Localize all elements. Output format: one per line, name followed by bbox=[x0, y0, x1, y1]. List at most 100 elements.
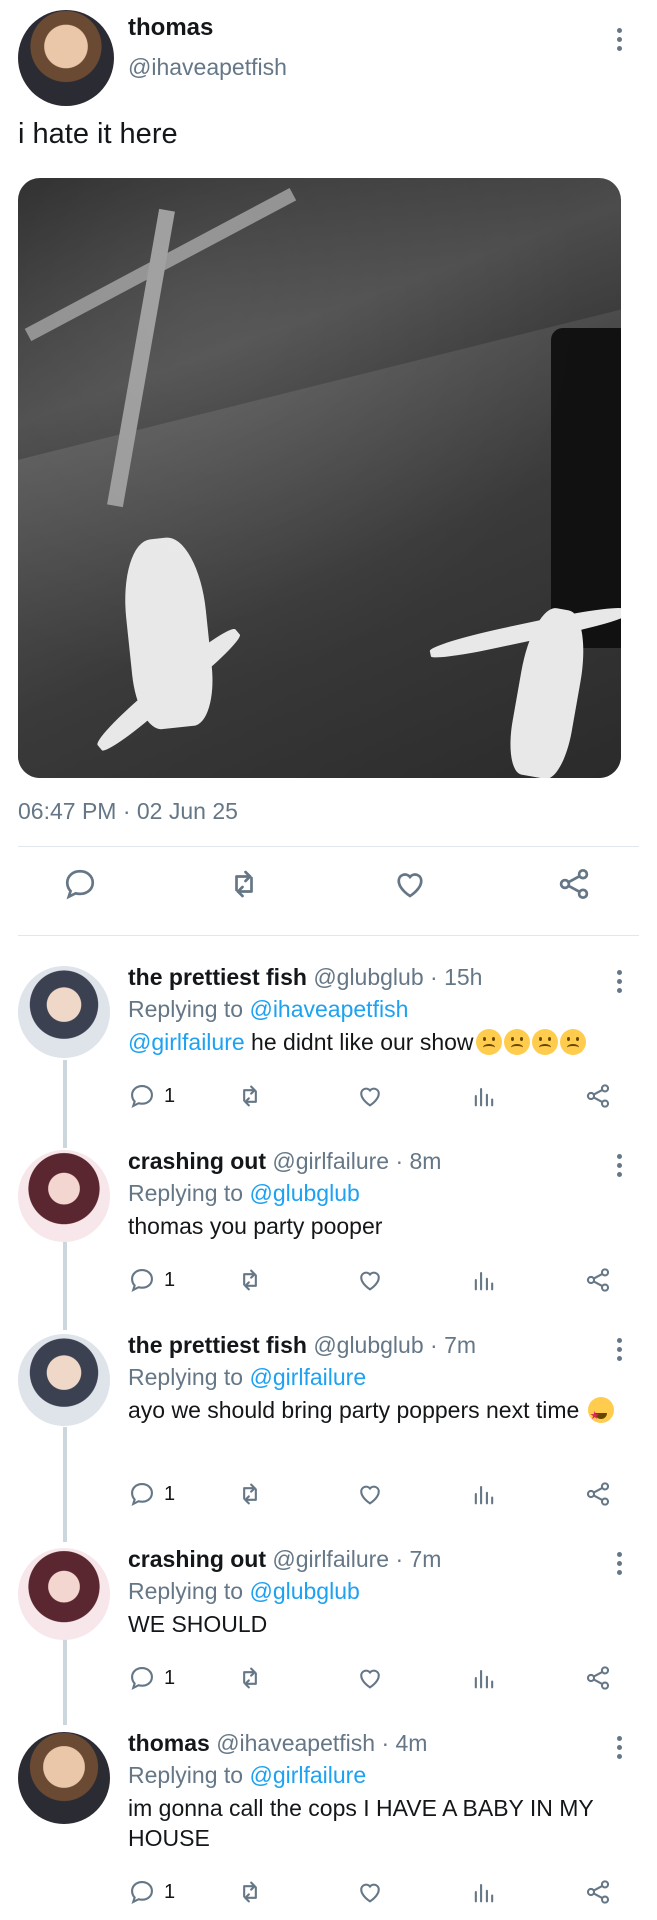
heart-icon bbox=[360, 1669, 380, 1689]
retweet-button[interactable] bbox=[236, 1082, 264, 1110]
replying-to-link[interactable]: @glubglub bbox=[249, 1578, 359, 1604]
author-name[interactable]: crashing out bbox=[128, 1148, 266, 1174]
avatar[interactable] bbox=[18, 10, 114, 106]
reply-count: 1 bbox=[164, 1268, 176, 1291]
analytics-button[interactable] bbox=[470, 1480, 498, 1508]
retweet-button[interactable] bbox=[236, 1266, 264, 1294]
avatar[interactable] bbox=[18, 966, 110, 1058]
share-icon bbox=[586, 1482, 610, 1506]
reply-tweet[interactable]: crashing out @girlfailure · 7m Replying … bbox=[0, 1542, 657, 1712]
like-button[interactable] bbox=[356, 1082, 384, 1110]
author-handle-time: @ihaveapetfish · 4m bbox=[216, 1730, 428, 1756]
author-name[interactable]: the prettiest fish bbox=[128, 1332, 307, 1358]
retweet-button[interactable] bbox=[226, 866, 262, 902]
reply-body: he didnt like our show bbox=[244, 1029, 474, 1055]
replying-to-link[interactable]: @girlfailure bbox=[249, 1762, 366, 1788]
worried-face-icon bbox=[559, 1029, 586, 1055]
analytics-icon bbox=[474, 1669, 494, 1689]
share-button[interactable] bbox=[584, 1480, 612, 1508]
like-button[interactable] bbox=[356, 1878, 384, 1906]
avatar[interactable] bbox=[18, 1150, 110, 1242]
comment-icon bbox=[65, 869, 95, 900]
reply-button[interactable]: 1 bbox=[128, 1082, 175, 1110]
author-handle-time: @glubglub · 15h bbox=[313, 964, 483, 990]
reply-tweet[interactable]: thomas @ihaveapetfish · 4m Replying to @… bbox=[0, 1726, 657, 1920]
replying-to-label: Replying to bbox=[128, 1364, 250, 1390]
tweet-actions bbox=[0, 866, 657, 916]
reply-body: ayo we should bring party poppers next t… bbox=[128, 1397, 580, 1423]
author-handle[interactable]: @ihaveapetfish bbox=[128, 54, 287, 81]
mention-link[interactable]: @girlfailure bbox=[128, 1029, 245, 1055]
avatar[interactable] bbox=[18, 1732, 110, 1824]
like-button[interactable] bbox=[356, 1664, 384, 1692]
divider bbox=[18, 935, 639, 936]
reply-count: 1 bbox=[164, 1880, 176, 1903]
heart-icon bbox=[360, 1271, 380, 1291]
reply-body: im gonna call the cops I HAVE A BABY IN … bbox=[128, 1795, 594, 1851]
kebab-icon[interactable] bbox=[614, 970, 624, 993]
analytics-icon bbox=[474, 1271, 494, 1291]
analytics-icon bbox=[474, 1883, 494, 1903]
analytics-button[interactable] bbox=[470, 1082, 498, 1110]
share-button[interactable] bbox=[584, 1266, 612, 1294]
retweet-button[interactable] bbox=[236, 1878, 264, 1906]
share-button[interactable] bbox=[584, 1082, 612, 1110]
reply-tweet[interactable]: crashing out @girlfailure · 8m Replying … bbox=[0, 1144, 657, 1314]
analytics-button[interactable] bbox=[470, 1664, 498, 1692]
share-button[interactable] bbox=[584, 1664, 612, 1692]
reply-body: WE SHOULD bbox=[128, 1611, 268, 1637]
kebab-icon[interactable] bbox=[614, 28, 624, 51]
replying-to-label: Replying to bbox=[128, 1180, 250, 1206]
kebab-icon[interactable] bbox=[614, 1338, 624, 1361]
share-button[interactable] bbox=[556, 866, 592, 902]
share-icon bbox=[586, 1084, 610, 1108]
heart-icon bbox=[360, 1485, 380, 1505]
retweet-button[interactable] bbox=[236, 1480, 264, 1508]
author-name[interactable]: thomas bbox=[128, 14, 213, 42]
kebab-icon[interactable] bbox=[614, 1736, 624, 1759]
avatar[interactable] bbox=[18, 1334, 110, 1426]
reply-actions: 1 bbox=[0, 1480, 657, 1530]
replying-to-link[interactable]: @girlfailure bbox=[249, 1364, 366, 1390]
replying-to-link[interactable]: @ihaveapetfish bbox=[249, 996, 408, 1022]
avatar[interactable] bbox=[18, 1548, 110, 1640]
share-button[interactable] bbox=[584, 1878, 612, 1906]
author-name[interactable]: thomas bbox=[128, 1730, 210, 1756]
analytics-button[interactable] bbox=[470, 1878, 498, 1906]
reply-button[interactable]: 1 bbox=[128, 1480, 175, 1508]
reply-button[interactable] bbox=[62, 866, 98, 902]
author-name[interactable]: the prettiest fish bbox=[128, 964, 307, 990]
replying-to-label: Replying to bbox=[128, 1578, 250, 1604]
reply-button[interactable]: 1 bbox=[128, 1266, 175, 1294]
heart-icon bbox=[360, 1087, 380, 1107]
replying-to-link[interactable]: @glubglub bbox=[249, 1180, 359, 1206]
tweet-media-image[interactable] bbox=[18, 178, 621, 778]
analytics-button[interactable] bbox=[470, 1266, 498, 1294]
author-handle-time: @glubglub · 7m bbox=[313, 1332, 477, 1358]
reply-body: thomas you party pooper bbox=[128, 1213, 383, 1239]
retweet-button[interactable] bbox=[236, 1664, 264, 1692]
retweet-icon bbox=[243, 1269, 257, 1291]
comment-icon bbox=[131, 1269, 153, 1292]
like-button[interactable] bbox=[356, 1480, 384, 1508]
retweet-icon bbox=[243, 1483, 257, 1505]
heart-icon bbox=[360, 1883, 380, 1903]
reply-count: 1 bbox=[164, 1084, 176, 1107]
reply-actions: 1 bbox=[0, 1266, 657, 1316]
kebab-icon[interactable] bbox=[614, 1552, 624, 1575]
retweet-icon bbox=[243, 1085, 257, 1107]
reply-text: ayo we should bring party poppers next t… bbox=[128, 1395, 638, 1431]
reply-button[interactable]: 1 bbox=[128, 1664, 175, 1692]
tweet-timestamp: 06:47 PM · 02 Jun 25 bbox=[18, 798, 238, 824]
reply-tweet[interactable]: the prettiest fish @glubglub · 15h Reply… bbox=[0, 960, 657, 1130]
divider bbox=[18, 846, 639, 847]
analytics-icon bbox=[474, 1087, 494, 1107]
retweet-icon bbox=[235, 870, 253, 898]
kebab-icon[interactable] bbox=[614, 1154, 624, 1177]
author-name[interactable]: crashing out bbox=[128, 1546, 266, 1572]
reply-tweet[interactable]: the prettiest fish @glubglub · 7m Replyi… bbox=[0, 1328, 657, 1528]
like-button[interactable] bbox=[356, 1266, 384, 1294]
like-button[interactable] bbox=[392, 866, 428, 902]
worried-face-icon bbox=[531, 1029, 558, 1055]
reply-button[interactable]: 1 bbox=[128, 1878, 175, 1906]
